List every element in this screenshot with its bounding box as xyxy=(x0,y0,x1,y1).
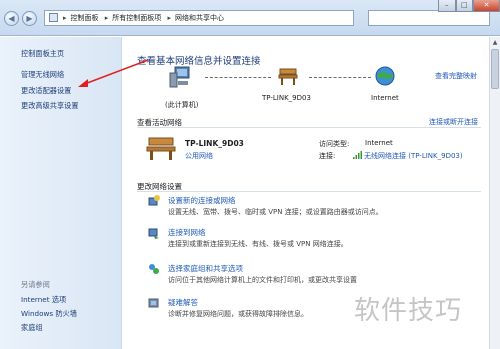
watermark: 软件技巧 xyxy=(354,296,463,326)
